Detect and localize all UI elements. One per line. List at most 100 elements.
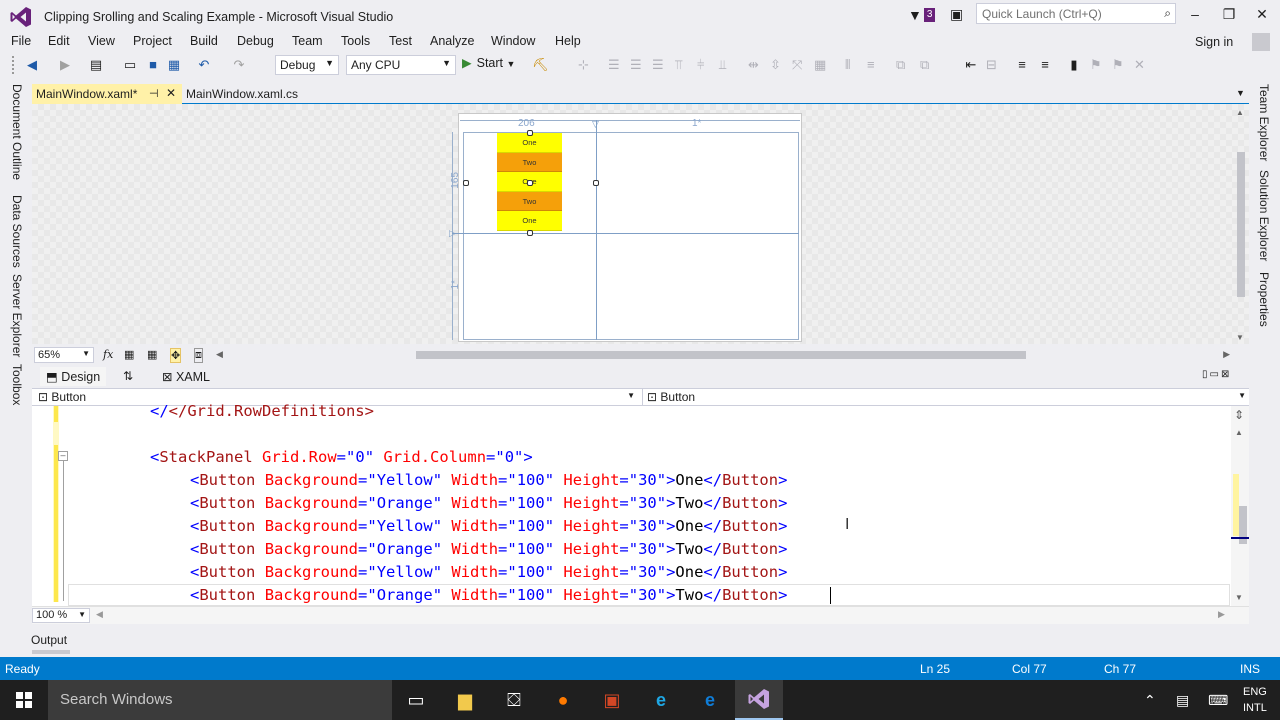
code-line[interactable]: <StackPanel Grid.Row="0" Grid.Column="0"… — [150, 446, 533, 468]
preview-button[interactable]: Two — [497, 191, 562, 211]
horizontal-spacing-icon[interactable]: ⫴ — [845, 57, 850, 73]
scroll-thumb[interactable] — [1237, 152, 1245, 297]
send-to-back-icon[interactable]: ⧉ — [920, 57, 929, 73]
align-right-icon[interactable]: ☰ — [652, 57, 664, 73]
resize-handle-left[interactable] — [463, 180, 469, 186]
code-line[interactable]: <Button Background="Yellow" Width="100" … — [190, 561, 787, 583]
menu-build[interactable]: Build — [190, 34, 218, 48]
swap-panes-icon[interactable]: ⇅ — [123, 369, 133, 383]
minimize-button[interactable]: – — [1185, 6, 1205, 22]
menu-window[interactable]: Window — [491, 34, 535, 48]
solution-platform-select[interactable]: Any CPU ▼ — [346, 55, 456, 75]
grid-column-divider[interactable] — [596, 120, 597, 340]
maximize-button[interactable]: ❐ — [1219, 6, 1239, 23]
make-same-width-icon[interactable]: ⇹ — [748, 57, 759, 73]
snap-to-grid-icon[interactable]: ▦ — [147, 348, 157, 361]
collapse-region-icon[interactable]: – — [58, 451, 68, 461]
tab-mainwindow-xaml[interactable]: MainWindow.xaml* ⊣ ✕ — [32, 84, 182, 105]
tray-overflow-chevron-up-icon[interactable]: ⌃ — [1144, 692, 1156, 709]
menu-debug[interactable]: Debug — [237, 34, 274, 48]
data-sources-tab[interactable]: Data Sources — [10, 195, 24, 268]
column-ruler[interactable] — [460, 120, 800, 132]
grid-row-divider[interactable] — [452, 233, 799, 234]
effects-fx-icon[interactable]: fx — [103, 348, 113, 361]
quick-launch-input[interactable]: Quick Launch (Ctrl+Q) ⌕ — [976, 3, 1176, 24]
feedback-icon[interactable]: ▣ — [950, 6, 963, 23]
preview-button[interactable]: Two — [497, 152, 562, 172]
visual-studio-taskbar-icon[interactable] — [735, 680, 783, 720]
scroll-down-icon[interactable]: ▼ — [1235, 593, 1243, 602]
scroll-thumb[interactable] — [416, 351, 1026, 359]
menu-test[interactable]: Test — [389, 34, 412, 48]
sign-in-link[interactable]: Sign in — [1195, 35, 1233, 49]
designer-vertical-scrollbar[interactable]: ▲ ▼ — [1233, 104, 1249, 344]
navigate-back-icon[interactable]: ◀ — [24, 57, 40, 73]
input-language-indicator[interactable]: ENG INTL — [1243, 684, 1267, 716]
scroll-right-icon[interactable]: ▶ — [1223, 349, 1230, 360]
keyboard-icon[interactable]: ⌨ — [1208, 692, 1228, 709]
layout-icon[interactable]: ⊹ — [578, 57, 589, 73]
clear-bookmarks-icon[interactable]: ✕ — [1134, 57, 1145, 73]
resize-handle-bottom[interactable] — [527, 230, 533, 236]
close-button[interactable]: ✕ — [1252, 6, 1272, 23]
bring-to-front-icon[interactable]: ⧉ — [896, 57, 905, 73]
edge-icon[interactable]: e — [686, 680, 734, 720]
format-icon[interactable]: ⊟ — [986, 57, 997, 73]
scroll-up-icon[interactable]: ▲ — [1236, 108, 1244, 117]
editor-zoom-select[interactable]: 100 % ▼ — [32, 608, 90, 623]
menu-edit[interactable]: Edit — [48, 34, 70, 48]
align-bottom-icon[interactable]: ⫫ — [719, 57, 726, 73]
code-line[interactable]: <Button Background="Orange" Width="100" … — [190, 538, 787, 560]
solution-config-select[interactable]: Debug ▼ — [275, 55, 339, 75]
vertical-spacing-icon[interactable]: ≡ — [867, 57, 875, 72]
designer-horizontal-scrollbar[interactable]: ◀ ▶ — [216, 349, 1230, 361]
code-line[interactable]: <Button Background="Yellow" Width="100" … — [190, 515, 787, 537]
align-top-icon[interactable]: ⫪ — [675, 57, 682, 73]
server-explorer-tab[interactable]: Server Explorer — [10, 274, 24, 357]
menu-project[interactable]: Project — [133, 34, 172, 48]
code-line[interactable]: <Button Background="Orange" Width="100" … — [190, 492, 787, 514]
menu-tools[interactable]: Tools — [341, 34, 370, 48]
menu-analyze[interactable]: Analyze — [430, 34, 474, 48]
resize-handle-center[interactable] — [527, 180, 533, 186]
save-icon[interactable]: ■ — [145, 57, 161, 73]
output-panel-tab[interactable]: Output — [31, 633, 67, 647]
element-select-right[interactable]: ⊡ Button ▼ — [642, 389, 1249, 405]
action-center-icon[interactable]: ▤ — [1176, 692, 1189, 709]
size-to-grid-icon[interactable]: ▦ — [814, 57, 826, 73]
uncomment-icon[interactable]: ≡ — [1037, 57, 1053, 73]
align-center-icon[interactable]: ☰ — [630, 57, 642, 73]
menu-team[interactable]: Team — [292, 34, 323, 48]
menu-view[interactable]: View — [88, 34, 115, 48]
solution-explorer-tab[interactable]: Solution Explorer — [1257, 170, 1271, 261]
snap-to-snaplines-icon[interactable]: ⧈ — [194, 348, 203, 363]
start-debugging-button[interactable]: ▶ Start ▼ — [462, 55, 515, 70]
taskbar-search-input[interactable]: Search Windows — [48, 680, 392, 720]
menu-help[interactable]: Help — [555, 34, 581, 48]
firefox-icon[interactable]: ● — [539, 680, 587, 720]
scroll-down-icon[interactable]: ▼ — [1236, 333, 1244, 342]
split-editor-icon[interactable]: ⇕ — [1234, 408, 1244, 422]
tab-mainwindow-xaml-cs[interactable]: MainWindow.xaml.cs — [182, 84, 372, 105]
toolbar-grip[interactable] — [12, 56, 16, 74]
menu-file[interactable]: File — [11, 34, 31, 48]
prev-bookmark-icon[interactable]: ⚑ — [1090, 57, 1102, 73]
account-icon[interactable] — [1252, 33, 1270, 51]
artboard-background-icon[interactable]: ✥ — [170, 348, 182, 363]
pin-icon[interactable]: ⊣ — [149, 87, 159, 100]
tab-design[interactable]: ⬒ Design — [40, 367, 107, 386]
notifications-button[interactable]: ▼ 3 — [908, 6, 940, 24]
task-view-icon[interactable]: ▭ — [392, 680, 440, 720]
preview-button[interactable]: One — [497, 211, 562, 231]
internet-explorer-icon[interactable]: e — [637, 680, 685, 720]
align-middle-icon[interactable]: ⫩ — [697, 57, 704, 73]
find-in-files-icon[interactable]: ⛏ — [532, 57, 549, 73]
undo-icon[interactable]: ↶ — [196, 57, 212, 73]
tab-list-chevron-down-icon[interactable]: ▼ — [1236, 88, 1245, 98]
file-explorer-icon[interactable]: ▆ — [441, 680, 489, 720]
editor-vertical-scrollbar[interactable]: ⇕ ▲ ▼ — [1231, 406, 1249, 606]
scroll-up-icon[interactable]: ▲ — [1235, 428, 1243, 437]
save-all-icon[interactable]: ▦ — [166, 57, 182, 73]
properties-tab[interactable]: Properties — [1257, 272, 1271, 327]
show-grid-icon[interactable]: ▦ — [124, 348, 134, 361]
